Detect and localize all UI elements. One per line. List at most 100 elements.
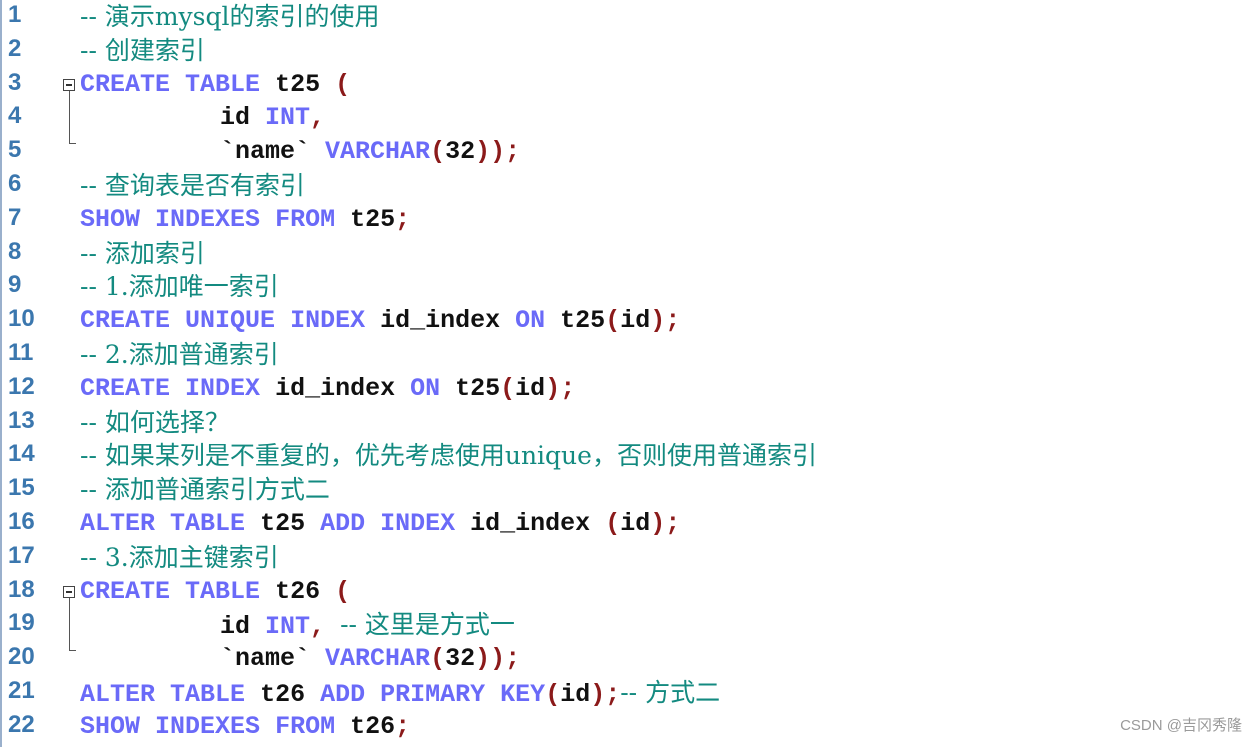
line-number: 16 xyxy=(8,508,35,535)
line-number: 22 xyxy=(8,710,35,738)
line-number: 17 xyxy=(8,541,35,569)
sql-keyword: INDEX xyxy=(380,509,456,538)
code-text: -- 查询表是否有索引 xyxy=(80,169,305,205)
sql-identifier: t26 xyxy=(350,711,396,741)
sql-keyword: INDEX xyxy=(290,306,366,336)
code-line[interactable]: 7 SHOW INDEXES FROM t25; xyxy=(0,203,1260,237)
sql-identifier: t25 xyxy=(350,204,396,234)
line-number: 21 xyxy=(8,677,35,704)
line-number: 6 xyxy=(8,170,22,197)
code-line[interactable]: 11 -- 2.添加普通索引 xyxy=(0,338,1260,372)
code-text: -- 3.添加主键索引 xyxy=(80,541,279,577)
sql-comment: -- 添加普通索引方式二 xyxy=(80,475,330,505)
sql-punctuation: ); xyxy=(590,680,621,709)
code-text: id INT, xyxy=(220,101,325,135)
code-line[interactable]: 15 -- 添加普通索引方式二 xyxy=(0,473,1260,507)
sql-keyword: VARCHAR xyxy=(325,644,431,674)
line-number: 15 xyxy=(8,474,35,502)
sql-keyword: ALTER xyxy=(80,680,156,709)
sql-punctuation: , xyxy=(310,103,326,133)
sql-punctuation: )); xyxy=(475,137,521,167)
sql-keyword: ON xyxy=(515,306,546,336)
sql-keyword: PRIMARY xyxy=(380,680,486,709)
code-line[interactable]: 2 -- 创建索引 xyxy=(0,34,1260,68)
sql-keyword: ADD xyxy=(320,509,366,538)
code-line[interactable]: 5 `name` VARCHAR(32)); xyxy=(0,135,1260,169)
code-line[interactable]: 21 ALTER TABLE t26 ADD PRIMARY KEY(id);--… xyxy=(0,676,1260,710)
sql-keyword: KEY xyxy=(500,680,546,709)
line-number: 9 xyxy=(8,271,22,299)
code-text: `name` VARCHAR(32)); xyxy=(220,642,520,676)
code-line[interactable]: 10 CREATE UNIQUE INDEX id_index ON t25(id… xyxy=(0,304,1260,338)
sql-comment: -- 1.添加唯一索引 xyxy=(80,272,279,302)
line-number: 11 xyxy=(8,339,34,366)
sql-keyword: CREATE xyxy=(80,69,171,99)
sql-identifier: t26 xyxy=(260,680,306,709)
line-number: 2 xyxy=(8,34,22,62)
sql-keyword: CREATE xyxy=(80,576,171,606)
sql-identifier: t26 xyxy=(275,576,321,606)
sql-comment: -- 这里是方式一 xyxy=(340,610,515,640)
fold-guide-line xyxy=(69,597,70,651)
sql-keyword: ALTER xyxy=(80,509,156,538)
line-number: 20 xyxy=(8,643,35,671)
code-line[interactable]: 1 -- 演示mysql的索引的使用 xyxy=(0,0,1260,34)
fold-collapse-icon[interactable] xyxy=(63,585,75,598)
code-text: CREATE TABLE t26 ( xyxy=(80,575,350,609)
code-line[interactable]: 20 `name` VARCHAR(32)); xyxy=(0,642,1260,676)
code-line[interactable]: 6 -- 查询表是否有索引 xyxy=(0,169,1260,203)
code-line[interactable]: 4 id INT, xyxy=(0,101,1260,135)
code-line[interactable]: 3 CREATE TABLE t25 ( xyxy=(0,68,1260,102)
code-text: -- 创建索引 xyxy=(80,34,205,70)
code-line[interactable]: 12 CREATE INDEX id_index ON t25(id); xyxy=(0,372,1260,406)
sql-comment: -- 查询表是否有索引 xyxy=(80,171,305,200)
sql-identifier: id xyxy=(560,680,591,709)
code-text: -- 如果某列是不重复的，优先考虑使用unique，否则使用普通索引 xyxy=(80,439,817,475)
sql-identifier: t25 xyxy=(455,373,501,403)
fold-end-marker xyxy=(69,143,76,145)
code-line[interactable]: 13 -- 如何选择？ xyxy=(0,406,1260,440)
line-number: 19 xyxy=(8,609,35,637)
sql-identifier: t25 xyxy=(560,306,606,336)
code-line[interactable]: 16 ALTER TABLE t25 ADD INDEX id_index (id… xyxy=(0,507,1260,541)
code-text: ALTER TABLE t26 ADD PRIMARY KEY(id);-- 方… xyxy=(80,676,720,712)
sql-keyword: SHOW xyxy=(80,711,141,741)
sql-punctuation: , xyxy=(310,612,326,642)
code-line[interactable]: 17 -- 3.添加主键索引 xyxy=(0,541,1260,575)
sql-identifier: id xyxy=(220,612,251,642)
code-text: SHOW INDEXES FROM t25; xyxy=(80,203,410,237)
code-line[interactable]: 22 SHOW INDEXES FROM t26; xyxy=(0,710,1260,744)
sql-keyword: INT xyxy=(265,612,311,642)
sql-punctuation: ( xyxy=(335,576,351,606)
sql-identifier: id_index xyxy=(275,373,396,403)
code-text: SHOW INDEXES FROM t26; xyxy=(80,710,410,744)
code-line[interactable]: 18 CREATE TABLE t26 ( xyxy=(0,575,1260,609)
code-line[interactable]: 19 id INT, -- 这里是方式一 xyxy=(0,608,1260,642)
code-line[interactable]: 8 -- 添加索引 xyxy=(0,237,1260,271)
code-line[interactable]: 9 -- 1.添加唯一索引 xyxy=(0,270,1260,304)
sql-keyword: INDEXES xyxy=(155,711,261,741)
sql-punctuation: ( xyxy=(545,680,561,709)
sql-keyword: TABLE xyxy=(170,509,246,538)
sql-punctuation: ; xyxy=(395,204,411,234)
sql-keyword: UNIQUE xyxy=(185,306,276,336)
code-line[interactable]: 14 -- 如果某列是不重复的，优先考虑使用unique，否则使用普通索引 xyxy=(0,439,1260,473)
code-text: CREATE TABLE t25 ( xyxy=(80,68,350,102)
sql-identifier: id xyxy=(620,509,651,538)
line-number: 7 xyxy=(8,203,22,231)
fold-collapse-icon[interactable] xyxy=(63,78,75,91)
csdn-watermark: CSDN @吉冈秀隆 xyxy=(1120,717,1242,734)
sql-comment: -- 添加索引 xyxy=(80,238,205,268)
